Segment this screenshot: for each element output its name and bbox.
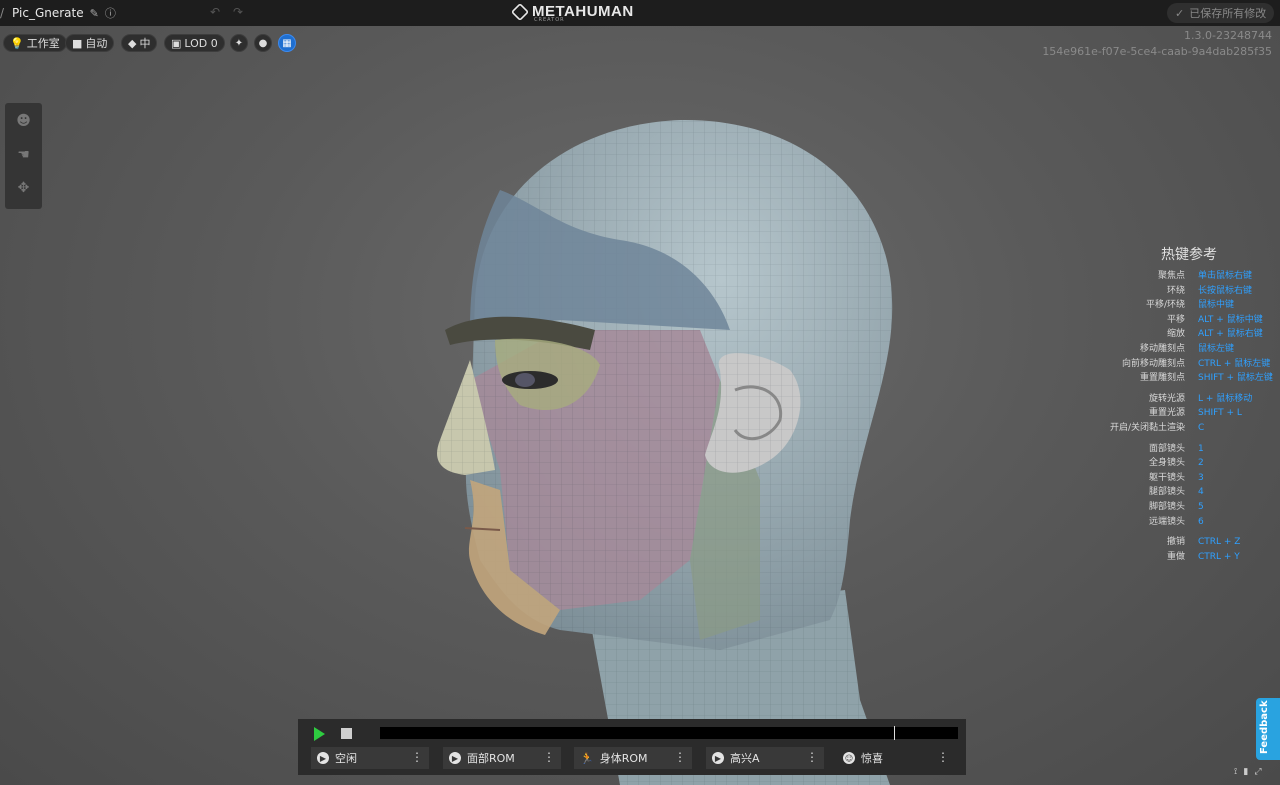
hotkey-label: 重置雕刻点 [1139, 373, 1185, 384]
hotkey-key: 单击鼠标右键 [1198, 271, 1253, 281]
stop-icon[interactable] [341, 728, 352, 739]
hotkey-label: 旋转光源 [1148, 393, 1185, 404]
animation-label: 惊喜 [861, 752, 883, 765]
hotkey-key: CTRL + Y [1198, 551, 1240, 562]
hotkey-label: 平移/环绕 [1145, 300, 1185, 311]
hotkey-label: 环绕 [1166, 285, 1185, 296]
timeline-track[interactable] [380, 727, 958, 739]
timeline-marker[interactable] [894, 726, 896, 740]
animation-item-body-rom[interactable]: 🏃 身体ROM ⋮ [574, 747, 692, 769]
hotkey-label: 缩放 [1166, 329, 1185, 340]
play-icon: ▶ [317, 752, 329, 764]
face-icon: ☺ [843, 752, 855, 764]
feedback-button[interactable]: Feedback [1256, 698, 1280, 760]
hotkey-key: 6 [1198, 516, 1204, 527]
hotkey-label: 撤销 [1166, 537, 1185, 548]
more-options-icon[interactable]: ⋮ [543, 750, 555, 764]
hotkey-key: ALT + 鼠标中键 [1198, 314, 1263, 325]
more-options-icon[interactable]: ⋮ [674, 750, 686, 764]
animation-item-surprise[interactable]: ☺ 惊喜 ⋮ [837, 747, 955, 769]
running-icon: 🏃 [580, 751, 594, 765]
hotkey-label: 重做 [1166, 551, 1185, 562]
animation-item-happy[interactable]: ▶ 高兴A ⋮ [706, 747, 824, 769]
animation-label: 面部ROM [467, 752, 515, 765]
hotkey-key: C [1198, 423, 1205, 433]
fullscreen-icon[interactable]: ⤢ [1254, 767, 1261, 777]
hotkey-key: SHIFT + 鼠标左键 [1198, 373, 1273, 384]
hotkey-key: 鼠标左键 [1198, 344, 1235, 354]
hotkey-key: CTRL + 鼠标左键 [1198, 358, 1271, 369]
hotkey-label: 脚部镜头 [1148, 502, 1185, 512]
hotkey-label: 腿部镜头 [1148, 487, 1185, 498]
hotkey-label: 开启/关闭黏土渲染 [1109, 423, 1185, 433]
hotkey-label: 平移 [1166, 314, 1185, 325]
hotkey-key: 1 [1198, 443, 1204, 454]
play-icon[interactable] [314, 727, 325, 741]
hotkey-label: 聚焦点 [1157, 271, 1185, 281]
hotkey-key: L + 鼠标移动 [1198, 393, 1253, 404]
hotkey-label: 躯干镜头 [1148, 472, 1185, 483]
hotkey-label: 移动雕刻点 [1139, 344, 1185, 354]
play-icon: ▶ [449, 752, 461, 764]
stats-icon[interactable]: ▮ [1243, 767, 1248, 777]
play-icon: ▶ [712, 752, 724, 764]
hotkey-key: 鼠标中键 [1198, 300, 1235, 311]
head-viewport[interactable] [0, 0, 1280, 785]
more-options-icon[interactable]: ⋮ [937, 750, 949, 764]
hotkey-title: 热键参考 [1161, 247, 1217, 263]
hotkey-key: CTRL + Z [1198, 537, 1241, 548]
hotkey-key: 3 [1198, 472, 1204, 483]
more-options-icon[interactable]: ⋮ [806, 750, 818, 764]
animation-label: 空闲 [335, 752, 357, 765]
hotkey-label: 面部镜头 [1148, 443, 1185, 454]
animation-item-face-rom[interactable]: ▶ 面部ROM ⋮ [443, 747, 561, 769]
feedback-label: Feedback [1259, 700, 1270, 754]
hotkey-key: 长按鼠标右键 [1198, 285, 1253, 296]
hotkey-label: 远端镜头 [1148, 516, 1185, 527]
animation-label: 高兴A [730, 752, 760, 765]
hotkey-key: ALT + 鼠标右键 [1198, 329, 1263, 340]
hotkey-label: 重置光源 [1148, 408, 1185, 419]
status-icons: ⟟ ▮ ⤢ [1234, 767, 1262, 777]
playback-bar: ▶ 空闲 ⋮ ▶ 面部ROM ⋮ 🏃 身体ROM ⋮ ▶ 高兴A ⋮ ☺ 惊喜 … [298, 719, 966, 775]
hotkey-key: 4 [1198, 487, 1204, 498]
animation-item-idle[interactable]: ▶ 空闲 ⋮ [311, 747, 429, 769]
animation-label: 身体ROM [599, 752, 648, 765]
signal-icon: ⟟ [1234, 767, 1238, 777]
more-options-icon[interactable]: ⋮ [411, 750, 423, 764]
hotkey-key: 5 [1198, 502, 1204, 512]
hotkey-key: SHIFT + L [1198, 408, 1242, 419]
hotkey-label: 向前移动雕刻点 [1121, 358, 1185, 369]
hotkey-label: 全身镜头 [1148, 458, 1185, 469]
hotkey-key: 2 [1198, 458, 1204, 469]
